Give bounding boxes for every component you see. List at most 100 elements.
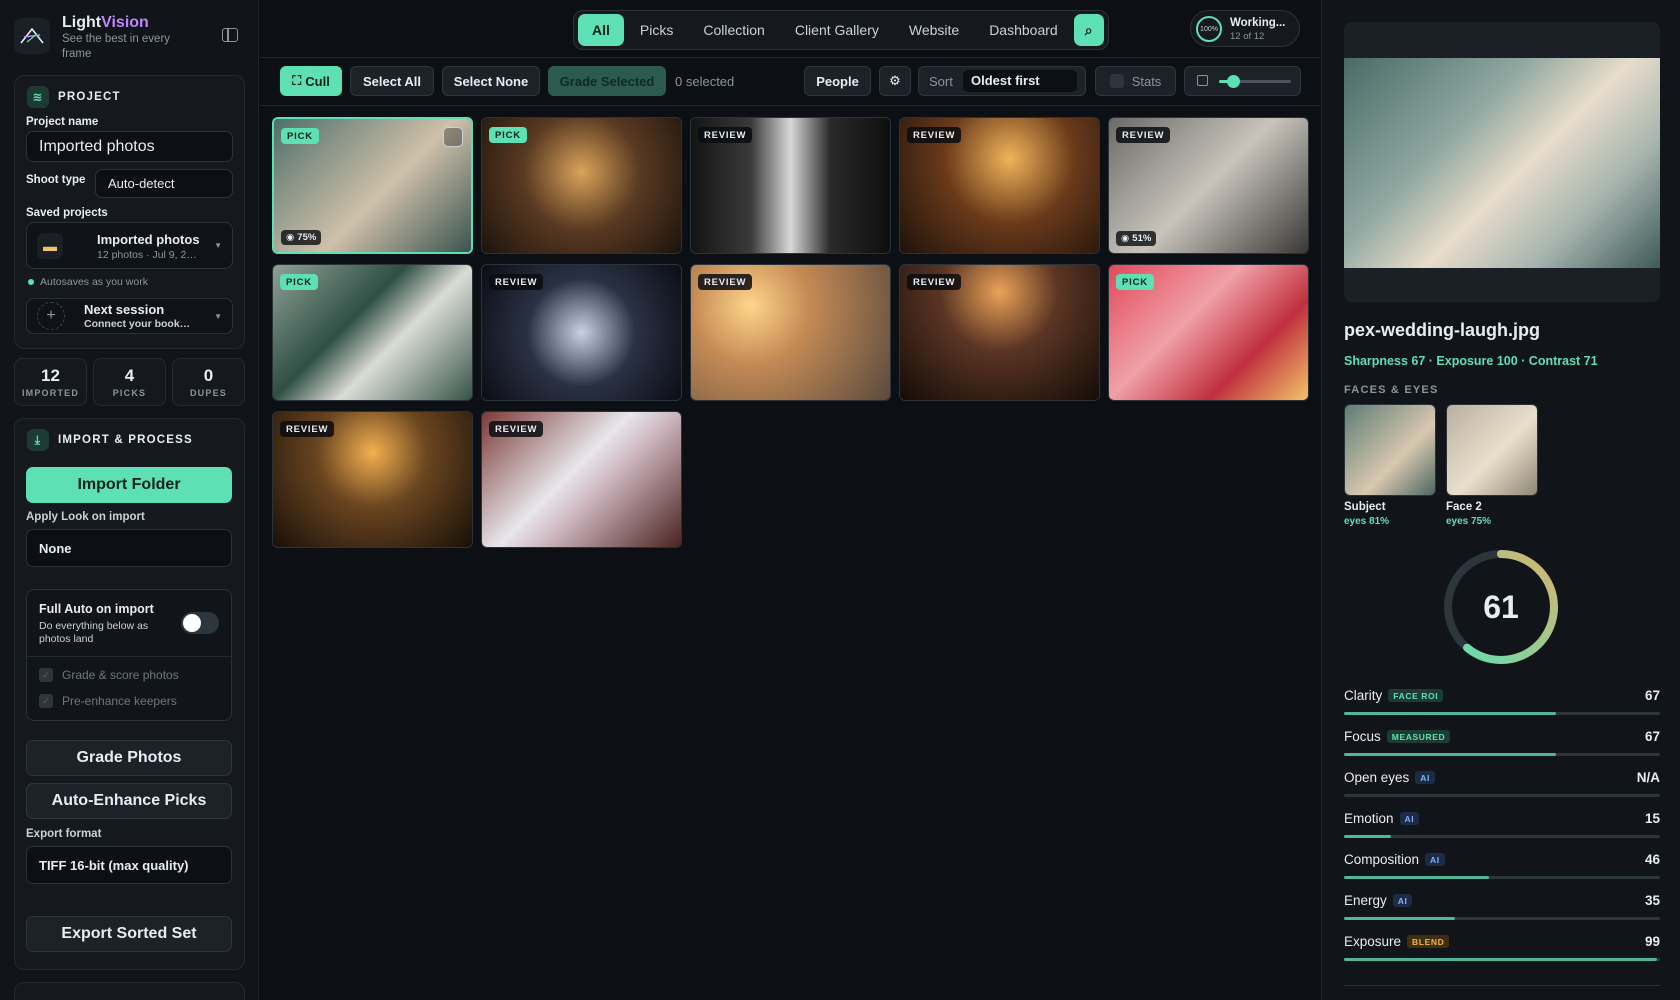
pre-enhance-option[interactable]: ✓ Pre-enhance keepers xyxy=(39,694,177,708)
tab-collection[interactable]: Collection xyxy=(689,14,778,46)
status-badge: REVIEW xyxy=(489,274,544,290)
full-auto-toggle[interactable] xyxy=(181,612,219,634)
photo-thumbnail[interactable]: REVIEW xyxy=(690,264,891,401)
metric-row: Composition AI 46 xyxy=(1344,852,1660,882)
metric-row: Exposure BLEND 99 xyxy=(1344,934,1660,964)
checkbox-icon[interactable]: ✓ xyxy=(39,668,53,682)
people-button[interactable]: People xyxy=(804,66,871,96)
tab-picks[interactable]: Picks xyxy=(626,14,687,46)
plus-icon: + xyxy=(37,302,65,330)
photo-thumbnail[interactable]: REVIEW xyxy=(899,264,1100,401)
metric-value: 46 xyxy=(1644,852,1660,867)
status-badge: PICK xyxy=(489,127,527,143)
metric-bar xyxy=(1344,794,1660,797)
slider-handle[interactable] xyxy=(1227,75,1241,88)
export-sorted-button[interactable]: Export Sorted Set xyxy=(26,916,232,952)
left-sidebar: LightVision See the best in every frame … xyxy=(0,0,259,1000)
metric-tag: AI xyxy=(1392,894,1413,907)
cull-button[interactable]: ⛶ Cull xyxy=(280,66,342,96)
collapse-sidebar-icon[interactable] xyxy=(222,28,238,42)
tab-client-gallery[interactable]: Client Gallery xyxy=(781,14,893,46)
preview-image xyxy=(1344,58,1660,268)
faces-title: FACES & EYES xyxy=(1344,384,1439,396)
export-format-select[interactable]: TIFF 16-bit (max quality) xyxy=(26,846,232,884)
next-session-item[interactable]: + Next session Connect your book… ▼ xyxy=(26,298,233,334)
checkbox-icon[interactable] xyxy=(1109,74,1124,88)
project-card: ≋ PROJECT Project name Imported photos S… xyxy=(14,75,245,349)
overall-score: 61 xyxy=(1483,588,1519,625)
photo-thumbnail[interactable]: REVIEW xyxy=(272,411,473,548)
stat-picks: 4 PICKS xyxy=(93,358,166,406)
view-tabs: All Picks Collection Client Gallery Webs… xyxy=(573,10,1109,50)
checkbox-icon[interactable]: ✓ xyxy=(39,694,53,708)
detail-panel: pex-wedding-laugh.jpg Sharpness 67 · Exp… xyxy=(1321,0,1680,1000)
saved-project-item[interactable]: ▬ Imported photos 12 photos · Jul 9, 2… … xyxy=(26,222,233,269)
face-label: Face 2 xyxy=(1446,501,1482,513)
status-badge: PICK xyxy=(280,274,318,290)
metric-value: 35 xyxy=(1644,893,1660,908)
face-thumb-subject[interactable] xyxy=(1344,404,1436,496)
stats-row: 12 IMPORTED 4 PICKS 0 DUPES xyxy=(14,358,245,406)
metric-bar xyxy=(1344,753,1660,756)
apply-look-select[interactable]: None xyxy=(26,529,232,567)
photo-thumbnail[interactable]: PICK xyxy=(1108,264,1309,401)
stat-imported: 12 IMPORTED xyxy=(14,358,87,406)
search-icon[interactable]: ⌕ xyxy=(1073,14,1104,46)
metric-value: 67 xyxy=(1644,729,1660,744)
photo-thumbnail[interactable]: REVIEW xyxy=(690,117,891,254)
metric-row: Emotion AI 15 xyxy=(1344,811,1660,841)
grade-score-option[interactable]: ✓ Grade & score photos xyxy=(39,668,179,682)
thumb-size-slider[interactable] xyxy=(1219,75,1291,88)
tab-dashboard[interactable]: Dashboard xyxy=(975,14,1072,46)
layers-icon: ≋ xyxy=(27,86,49,108)
sort-select[interactable]: Oldest first xyxy=(963,70,1077,92)
grade-selected-button[interactable]: Grade Selected xyxy=(548,66,666,96)
import-header: ⤓ IMPORT & PROCESS xyxy=(27,429,193,451)
export-format-label: Export format xyxy=(26,828,102,840)
select-checkbox[interactable] xyxy=(443,127,463,147)
face-label: Subject xyxy=(1344,501,1386,513)
metric-row: Energy AI 35 xyxy=(1344,893,1660,923)
stats-toggle[interactable]: Stats xyxy=(1095,66,1176,96)
project-name-input[interactable]: Imported photos xyxy=(26,131,233,162)
processing-status: 100% Working... 12 of 12 xyxy=(1190,10,1300,47)
metric-name: Clarity FACE ROI xyxy=(1344,688,1444,703)
settings-gear-icon[interactable]: ⚙ xyxy=(879,66,911,96)
logo-icon xyxy=(14,18,50,54)
photo-thumbnail[interactable]: REVIEW xyxy=(481,264,682,401)
download-icon: ⤓ xyxy=(27,429,49,451)
grid-size-icon xyxy=(1197,75,1208,86)
photo-preview[interactable] xyxy=(1344,22,1660,302)
face-eyes: eyes 81% xyxy=(1344,516,1390,527)
auto-enhance-button[interactable]: Auto-Enhance Picks xyxy=(26,783,232,819)
chevron-down-icon: ▼ xyxy=(214,241,222,250)
saved-projects-label: Saved projects xyxy=(26,207,108,219)
status-badge: REVIEW xyxy=(1116,127,1171,143)
metric-value: 67 xyxy=(1644,688,1660,703)
photo-thumbnail[interactable]: REVIEW xyxy=(899,117,1100,254)
metric-row: Focus MEASURED 67 xyxy=(1344,729,1660,759)
tab-website[interactable]: Website xyxy=(895,14,973,46)
face-eyes: eyes 75% xyxy=(1446,516,1492,527)
metric-name: Focus MEASURED xyxy=(1344,729,1451,744)
import-folder-button[interactable]: Import Folder xyxy=(26,467,232,503)
tab-all[interactable]: All xyxy=(578,14,624,46)
shoot-type-label: Shoot type xyxy=(26,174,86,186)
metric-name: Exposure BLEND xyxy=(1344,934,1450,949)
apply-look-label: Apply Look on import xyxy=(26,511,145,523)
cull-icon: ⛶ xyxy=(292,73,302,88)
brand-tagline: See the best in every frame xyxy=(62,33,171,60)
select-all-button[interactable]: Select All xyxy=(350,66,434,96)
eyes-score: ◉ 75% xyxy=(281,230,322,245)
next-card xyxy=(14,982,245,1000)
photo-thumbnail[interactable]: REVIEW ◉ 51% xyxy=(1108,117,1309,254)
grade-photos-button[interactable]: Grade Photos xyxy=(26,740,232,776)
photo-thumbnail[interactable]: PICK xyxy=(481,117,682,254)
select-none-button[interactable]: Select None xyxy=(442,66,540,96)
shoot-type-select[interactable]: Auto-detect xyxy=(95,169,233,198)
photo-thumbnail[interactable]: PICK ◉ 75% xyxy=(272,117,473,254)
photo-thumbnail[interactable]: REVIEW xyxy=(481,411,682,548)
photo-thumbnail[interactable]: PICK xyxy=(272,264,473,401)
top-bar: All Picks Collection Client Gallery Webs… xyxy=(260,0,1320,58)
face-thumb-2[interactable] xyxy=(1446,404,1538,496)
